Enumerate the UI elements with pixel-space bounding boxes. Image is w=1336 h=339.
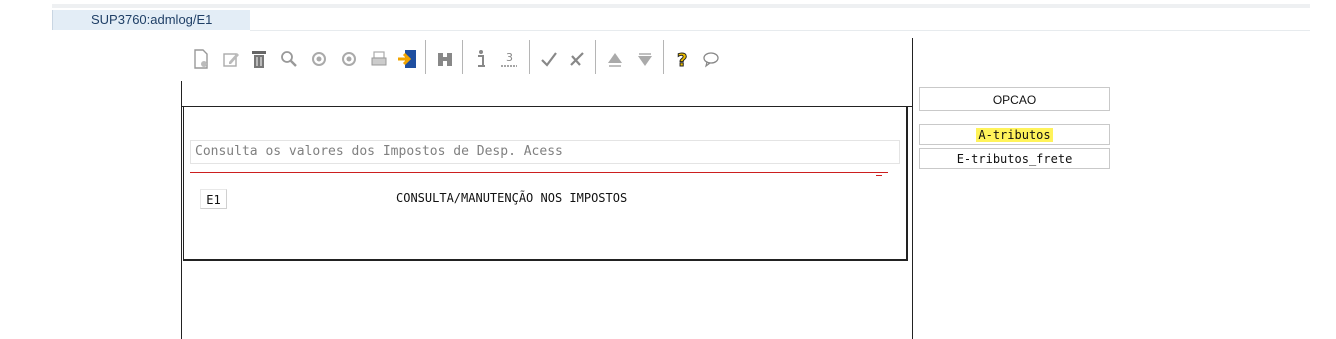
down-icon[interactable] [632, 46, 658, 72]
top-divider [52, 4, 1310, 8]
edit-icon[interactable] [218, 46, 244, 72]
new-icon[interactable] [188, 46, 214, 72]
comment-icon[interactable] [698, 46, 724, 72]
cancel-icon[interactable] [564, 46, 590, 72]
exit-icon[interactable] [394, 46, 420, 72]
number-icon[interactable]: 3 [496, 46, 522, 72]
print-icon[interactable] [366, 46, 392, 72]
toolbar-separator [663, 40, 664, 74]
svg-text:?: ? [677, 50, 687, 69]
options-header: OPCAO [919, 87, 1110, 111]
option-a-tributos[interactable]: A-tributos [919, 124, 1110, 145]
search-icon[interactable] [276, 46, 302, 72]
option-label: A-tributos [976, 128, 1053, 142]
accent-underline [190, 172, 888, 173]
accent-mark [876, 175, 882, 176]
help-icon[interactable]: ? [670, 46, 696, 72]
toolbar-separator [595, 40, 596, 74]
tab-program[interactable]: SUP3760:admlog/E1 [52, 10, 250, 30]
svg-text:3: 3 [506, 51, 513, 64]
tab-underline [250, 30, 1310, 31]
screen-code: E1 [200, 189, 227, 209]
toolbar-separator [462, 40, 463, 74]
trash-icon[interactable] [246, 46, 272, 72]
screen-title: CONSULTA/MANUTENÇÃO NOS IMPOSTOS [396, 191, 628, 205]
binoculars-icon[interactable] [432, 46, 458, 72]
toolbar-separator [529, 40, 530, 74]
prev-icon[interactable] [306, 46, 332, 72]
panel-left-border [181, 81, 182, 339]
up-icon[interactable] [602, 46, 628, 72]
next-icon[interactable] [336, 46, 362, 72]
toolbar-separator [425, 40, 426, 74]
confirm-icon[interactable] [536, 46, 562, 72]
description-field: Consulta os valores dos Impostos de Desp… [190, 140, 900, 164]
panel-right-border [912, 38, 913, 339]
form-frame [183, 107, 908, 261]
option-label: E-tributos_frete [956, 152, 1073, 166]
option-e-tributos-frete[interactable]: E-tributos_frete [919, 148, 1110, 169]
info-icon[interactable] [468, 46, 494, 72]
